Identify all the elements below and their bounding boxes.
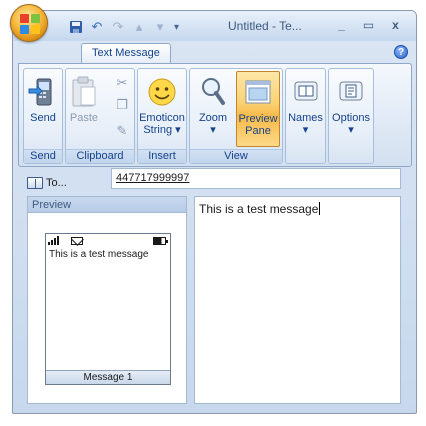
phone-status-bar xyxy=(48,236,168,246)
ribbon-group-send: Send Send xyxy=(23,68,63,164)
emoticon-label-2-text: String xyxy=(143,124,173,136)
insert-group-label: Insert xyxy=(138,149,186,163)
title-bar: ↶ ↷ ▴ ▾ ▾ Untitled - Te... _ ▭ x xyxy=(13,11,416,41)
options-dropdown-icon: ▾ xyxy=(348,124,354,136)
battery-icon xyxy=(153,237,168,245)
to-button[interactable]: To... xyxy=(27,177,67,189)
office-logo-icon xyxy=(20,14,40,34)
window-title: Untitled - Te... xyxy=(228,19,302,33)
message-body-text: This is a test message xyxy=(199,202,319,216)
window-controls: _ ▭ x xyxy=(329,16,408,34)
send-group-label: Send xyxy=(24,149,62,163)
minimize-button[interactable]: _ xyxy=(329,16,354,34)
ribbon-tab-row: Text Message ? xyxy=(13,41,416,64)
quick-access-toolbar: ↶ ↷ ▴ ▾ ▾ xyxy=(67,17,217,37)
save-icon[interactable] xyxy=(67,18,85,36)
signal-icon xyxy=(48,236,59,245)
address-book-small-icon xyxy=(27,177,43,189)
maximize-button[interactable]: ▭ xyxy=(356,16,381,34)
preview-message-text: This is a test message xyxy=(49,249,149,260)
paste-icon xyxy=(68,75,100,109)
cut-icon[interactable]: ✂ xyxy=(114,75,130,91)
up-arrow-icon[interactable]: ▴ xyxy=(130,18,148,36)
ribbon-group-insert: Emoticon String ▾ Insert xyxy=(137,68,187,164)
ribbon: Send Send Paste ✂ ❐ ✎ Clipboard Emoticon… xyxy=(18,63,412,167)
office-logo-tile-green xyxy=(31,14,40,23)
ribbon-group-names: Names ▾ xyxy=(285,68,326,164)
help-icon[interactable]: ? xyxy=(394,45,408,59)
zoom-button-label: Zoom xyxy=(198,112,228,124)
customize-dropdown-icon[interactable]: ▾ xyxy=(174,22,179,33)
envelope-icon xyxy=(71,237,83,245)
preview-footer: Message 1 xyxy=(46,370,170,384)
address-book-icon xyxy=(290,75,322,109)
paste-button-label: Paste xyxy=(69,112,99,124)
tab-text-message[interactable]: Text Message xyxy=(81,43,171,64)
view-group-label: View xyxy=(190,149,282,163)
message-body-field[interactable]: This is a test message xyxy=(194,196,401,404)
to-field[interactable]: 447717999997 xyxy=(111,168,401,189)
options-button-label: Options xyxy=(332,112,370,124)
office-button[interactable] xyxy=(10,4,48,42)
ribbon-group-options: Options ▾ xyxy=(328,68,374,164)
options-icon xyxy=(335,75,367,109)
paste-button[interactable]: Paste xyxy=(68,71,100,147)
format-painter-icon[interactable]: ✎ xyxy=(114,123,130,139)
magnifier-icon xyxy=(197,75,229,109)
preview-pane-button[interactable]: Preview Pane xyxy=(236,71,280,147)
preview-pane: Preview This is a test message Message 1 xyxy=(27,196,187,404)
text-caret xyxy=(319,202,321,215)
ribbon-group-clipboard: Paste ✂ ❐ ✎ Clipboard xyxy=(65,68,135,164)
office-logo-tile-red xyxy=(20,14,29,23)
undo-icon[interactable]: ↶ xyxy=(88,18,106,36)
text-message-window: ↶ ↷ ▴ ▾ ▾ Untitled - Te... _ ▭ x Text Me… xyxy=(12,10,417,414)
zoom-button[interactable]: Zoom ▾ xyxy=(193,71,233,147)
zoom-dropdown-icon: ▾ xyxy=(210,124,216,136)
send-button[interactable]: Send xyxy=(26,71,60,147)
emoticon-string-button[interactable]: Emoticon String ▾ xyxy=(139,71,185,147)
preview-pane-label-1: Preview xyxy=(238,113,278,125)
preview-pane-icon xyxy=(242,76,274,110)
options-button[interactable]: Options ▾ xyxy=(331,71,371,147)
ribbon-group-view: Zoom ▾ Preview Pane View xyxy=(189,68,283,164)
close-button[interactable]: x xyxy=(383,16,408,34)
emoticon-label-1: Emoticon xyxy=(139,112,185,124)
office-logo-tile-blue xyxy=(20,25,29,34)
office-logo-tile-yellow xyxy=(31,25,40,34)
phone-send-icon xyxy=(27,75,59,109)
to-button-label: To... xyxy=(46,177,67,189)
phone-preview: This is a test message Message 1 xyxy=(45,233,171,385)
down-arrow-icon[interactable]: ▾ xyxy=(151,18,169,36)
names-button[interactable]: Names ▾ xyxy=(287,71,324,147)
names-button-label: Names xyxy=(288,112,323,124)
emoticon-label-2: String ▾ xyxy=(143,124,181,136)
redo-icon[interactable]: ↷ xyxy=(109,18,127,36)
copy-icon[interactable]: ❐ xyxy=(114,97,130,113)
clipboard-group-label: Clipboard xyxy=(66,149,134,163)
preview-header: Preview xyxy=(28,197,186,213)
smiley-icon xyxy=(146,75,178,109)
names-dropdown-icon: ▾ xyxy=(302,124,309,136)
preview-pane-label-2: Pane xyxy=(245,125,271,137)
send-button-label: Send xyxy=(30,112,56,124)
